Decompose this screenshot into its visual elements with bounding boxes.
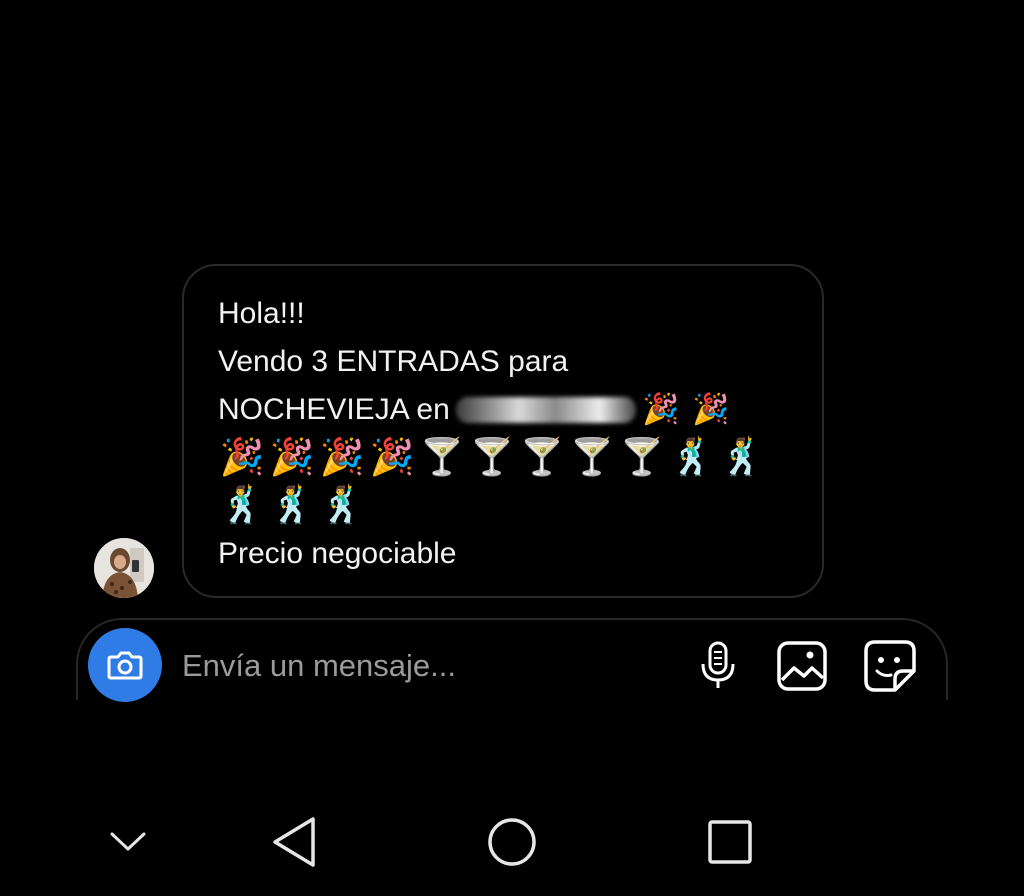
nav-home-button[interactable]: [482, 812, 542, 872]
camera-button[interactable]: [88, 628, 162, 702]
party-popper-icon: 🎉: [642, 393, 680, 426]
home-circle-icon: [488, 818, 536, 866]
nav-hide-keyboard-button[interactable]: [98, 812, 158, 872]
message-line-2: Vendo 3 ENTRADAS para: [218, 345, 569, 378]
profile-photo: [94, 538, 154, 598]
party-popper-icon: 🎉: [369, 437, 417, 478]
microphone-icon: [701, 641, 735, 688]
message-emoji-line: 🎉🎉🎉🎉🍸🍸🍸🍸🍸🕺🕺: [218, 434, 790, 482]
redacted-text: [455, 397, 636, 423]
party-popper-icon: 🎉: [319, 437, 367, 478]
composer-fade: [60, 700, 960, 720]
avatar[interactable]: [94, 538, 154, 598]
cocktail-icon: 🍸: [569, 437, 617, 478]
cocktail-icon: 🍸: [519, 437, 567, 478]
dancer-icon: 🕺: [669, 437, 717, 478]
message-line-3-text: NOCHEVIEJA en: [218, 393, 450, 426]
message-input[interactable]: [182, 644, 662, 688]
cocktail-icon: 🍸: [419, 437, 467, 478]
dancer-icon: 🕺: [269, 485, 317, 526]
screen: Hola!!! Vendo 3 ENTRADAS para NOCHEVIEJA…: [0, 0, 1024, 896]
message-emoji-line: 🕺🕺🕺: [218, 482, 790, 530]
message-bubble[interactable]: Hola!!! Vendo 3 ENTRADAS para NOCHEVIEJA…: [182, 264, 824, 598]
recents-square-icon: [708, 820, 752, 864]
sticker-button[interactable]: [862, 638, 918, 694]
image-icon: [777, 641, 827, 691]
dancer-icon: 🕺: [219, 485, 267, 526]
message-line-price: Precio negociable: [218, 537, 457, 570]
dancer-icon: 🕺: [319, 485, 367, 526]
party-popper-icon: 🎉: [219, 437, 267, 478]
camera-icon: [107, 651, 143, 680]
nav-recents-button[interactable]: [700, 812, 760, 872]
message-line-1: Hola!!!: [218, 297, 305, 330]
cocktail-icon: 🍸: [469, 437, 517, 478]
message-row: Hola!!! Vendo 3 ENTRADAS para NOCHEVIEJA…: [94, 264, 826, 600]
nav-back-button[interactable]: [264, 812, 324, 872]
cocktail-icon: 🍸: [619, 437, 667, 478]
party-popper-icon: 🎉: [269, 437, 317, 478]
sticker-icon: [864, 640, 916, 692]
back-triangle-icon: [273, 817, 315, 867]
dancer-icon: 🕺: [719, 437, 767, 478]
party-popper-icon: 🎉: [692, 393, 730, 426]
microphone-button[interactable]: [690, 638, 746, 694]
message-line-3: NOCHEVIEJA en 🎉 🎉: [218, 386, 790, 434]
gallery-button[interactable]: [774, 638, 830, 694]
chevron-down-icon: [110, 832, 146, 851]
